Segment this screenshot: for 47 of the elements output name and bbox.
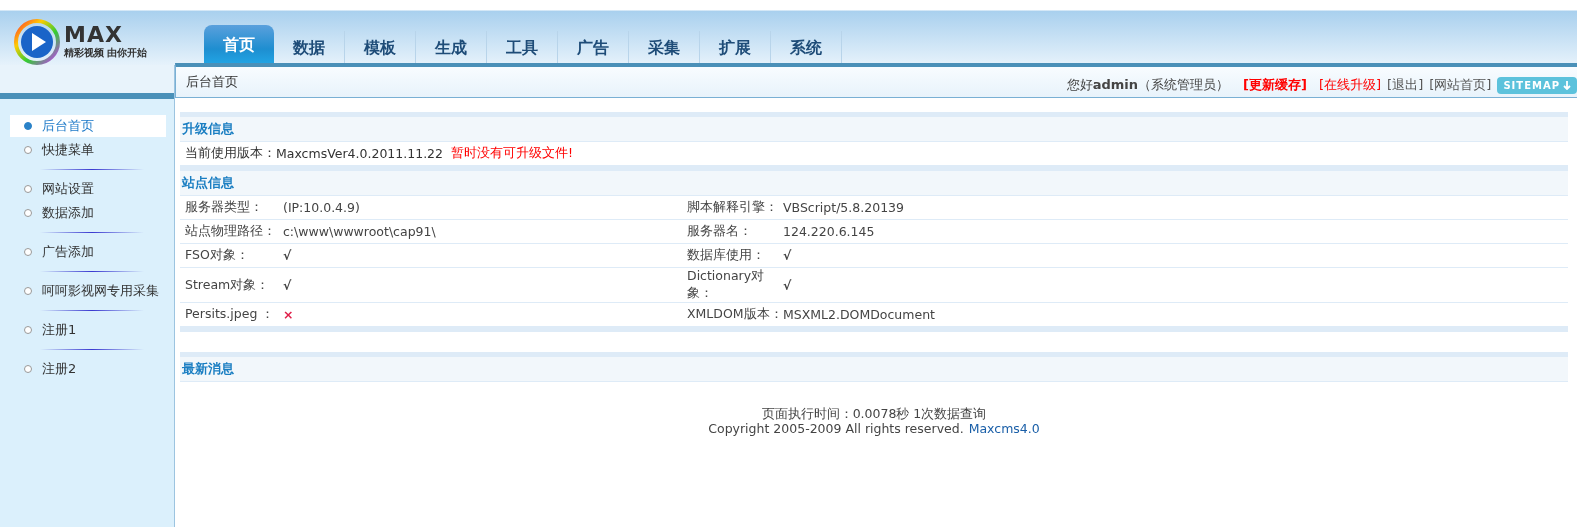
sidebar-item[interactable]: 数据添加 <box>10 202 166 224</box>
sidebar-item[interactable]: 快捷菜单 <box>10 139 166 161</box>
info-label: Dictionary对象： <box>687 268 766 302</box>
info-value: √ <box>283 248 293 263</box>
info-value: c:\www\wwwroot\cap91\ <box>283 224 437 239</box>
info-value: VBScript/5.8.20139 <box>783 200 905 215</box>
greeting-text: 您好admin（系统管理员） <box>1066 76 1230 94</box>
sidebar-item[interactable]: 注册2 <box>10 358 166 380</box>
header-link[interactable]: [在线升级] <box>1318 76 1382 94</box>
info-label: 数据库使用： <box>687 247 766 264</box>
info-label: Persits.jpeg ： <box>185 306 276 323</box>
copyright-text: Copyright 2005-2009 All rights reserved. <box>708 421 964 436</box>
header-link[interactable]: [网站首页] <box>1429 76 1492 94</box>
info-label: 服务器类型： <box>185 199 264 216</box>
info-label: FSO对象： <box>185 247 250 264</box>
section-title: 最新消息 <box>180 352 1568 382</box>
sidebar-item[interactable]: 注册1 <box>10 319 166 341</box>
info-label: XMLDOM版本： <box>687 306 783 323</box>
info-value: √ <box>283 277 293 293</box>
timing-text: 页面执行时间：0.0078秒 1次数据查询 <box>761 406 987 421</box>
upgrade-notice: 暂时没有可升级文件! <box>451 145 574 162</box>
down-arrow-icon <box>1563 80 1571 90</box>
info-label: 脚本解释引擎： <box>687 199 779 216</box>
info-label: 服务器名： <box>687 223 753 240</box>
header-link[interactable]: [退出] <box>1387 76 1424 94</box>
info-value: (IP:10.0.4.9) <box>283 200 361 215</box>
sidebar-item[interactable]: 呵呵影视网专用采集 <box>10 280 166 302</box>
play-logo-icon <box>14 18 60 65</box>
info-label: 站点物理路径： <box>185 223 277 240</box>
footer-link[interactable]: Maxcms4.0 <box>968 421 1040 436</box>
version-label: 当前使用版本： <box>185 145 276 162</box>
info-value: √ <box>783 277 793 293</box>
info-label: Stream对象： <box>185 276 271 294</box>
logo-wordmark: MAX <box>64 23 124 46</box>
sidebar-item[interactable]: 网站设置 <box>10 178 166 200</box>
header-link[interactable]: [更新缓存] <box>1243 76 1307 94</box>
info-value: √ <box>783 248 793 263</box>
breadcrumb-text: 后台首页 <box>186 73 238 91</box>
info-value: MSXML2.DOMDocument <box>783 307 936 322</box>
info-value: × <box>283 307 295 322</box>
logo-tagline: 精彩视频 由你开始 <box>64 45 148 60</box>
sidebar-item[interactable]: 广告添加 <box>10 241 166 263</box>
version-value: MaxcmsVer4.0.2011.11.22 <box>276 146 444 161</box>
section-title: 升级信息 <box>180 112 1568 142</box>
section-title: 站点信息 <box>180 166 1568 196</box>
info-value: 124.220.6.145 <box>783 224 876 239</box>
sidebar-item[interactable]: 后台首页 <box>10 115 166 137</box>
